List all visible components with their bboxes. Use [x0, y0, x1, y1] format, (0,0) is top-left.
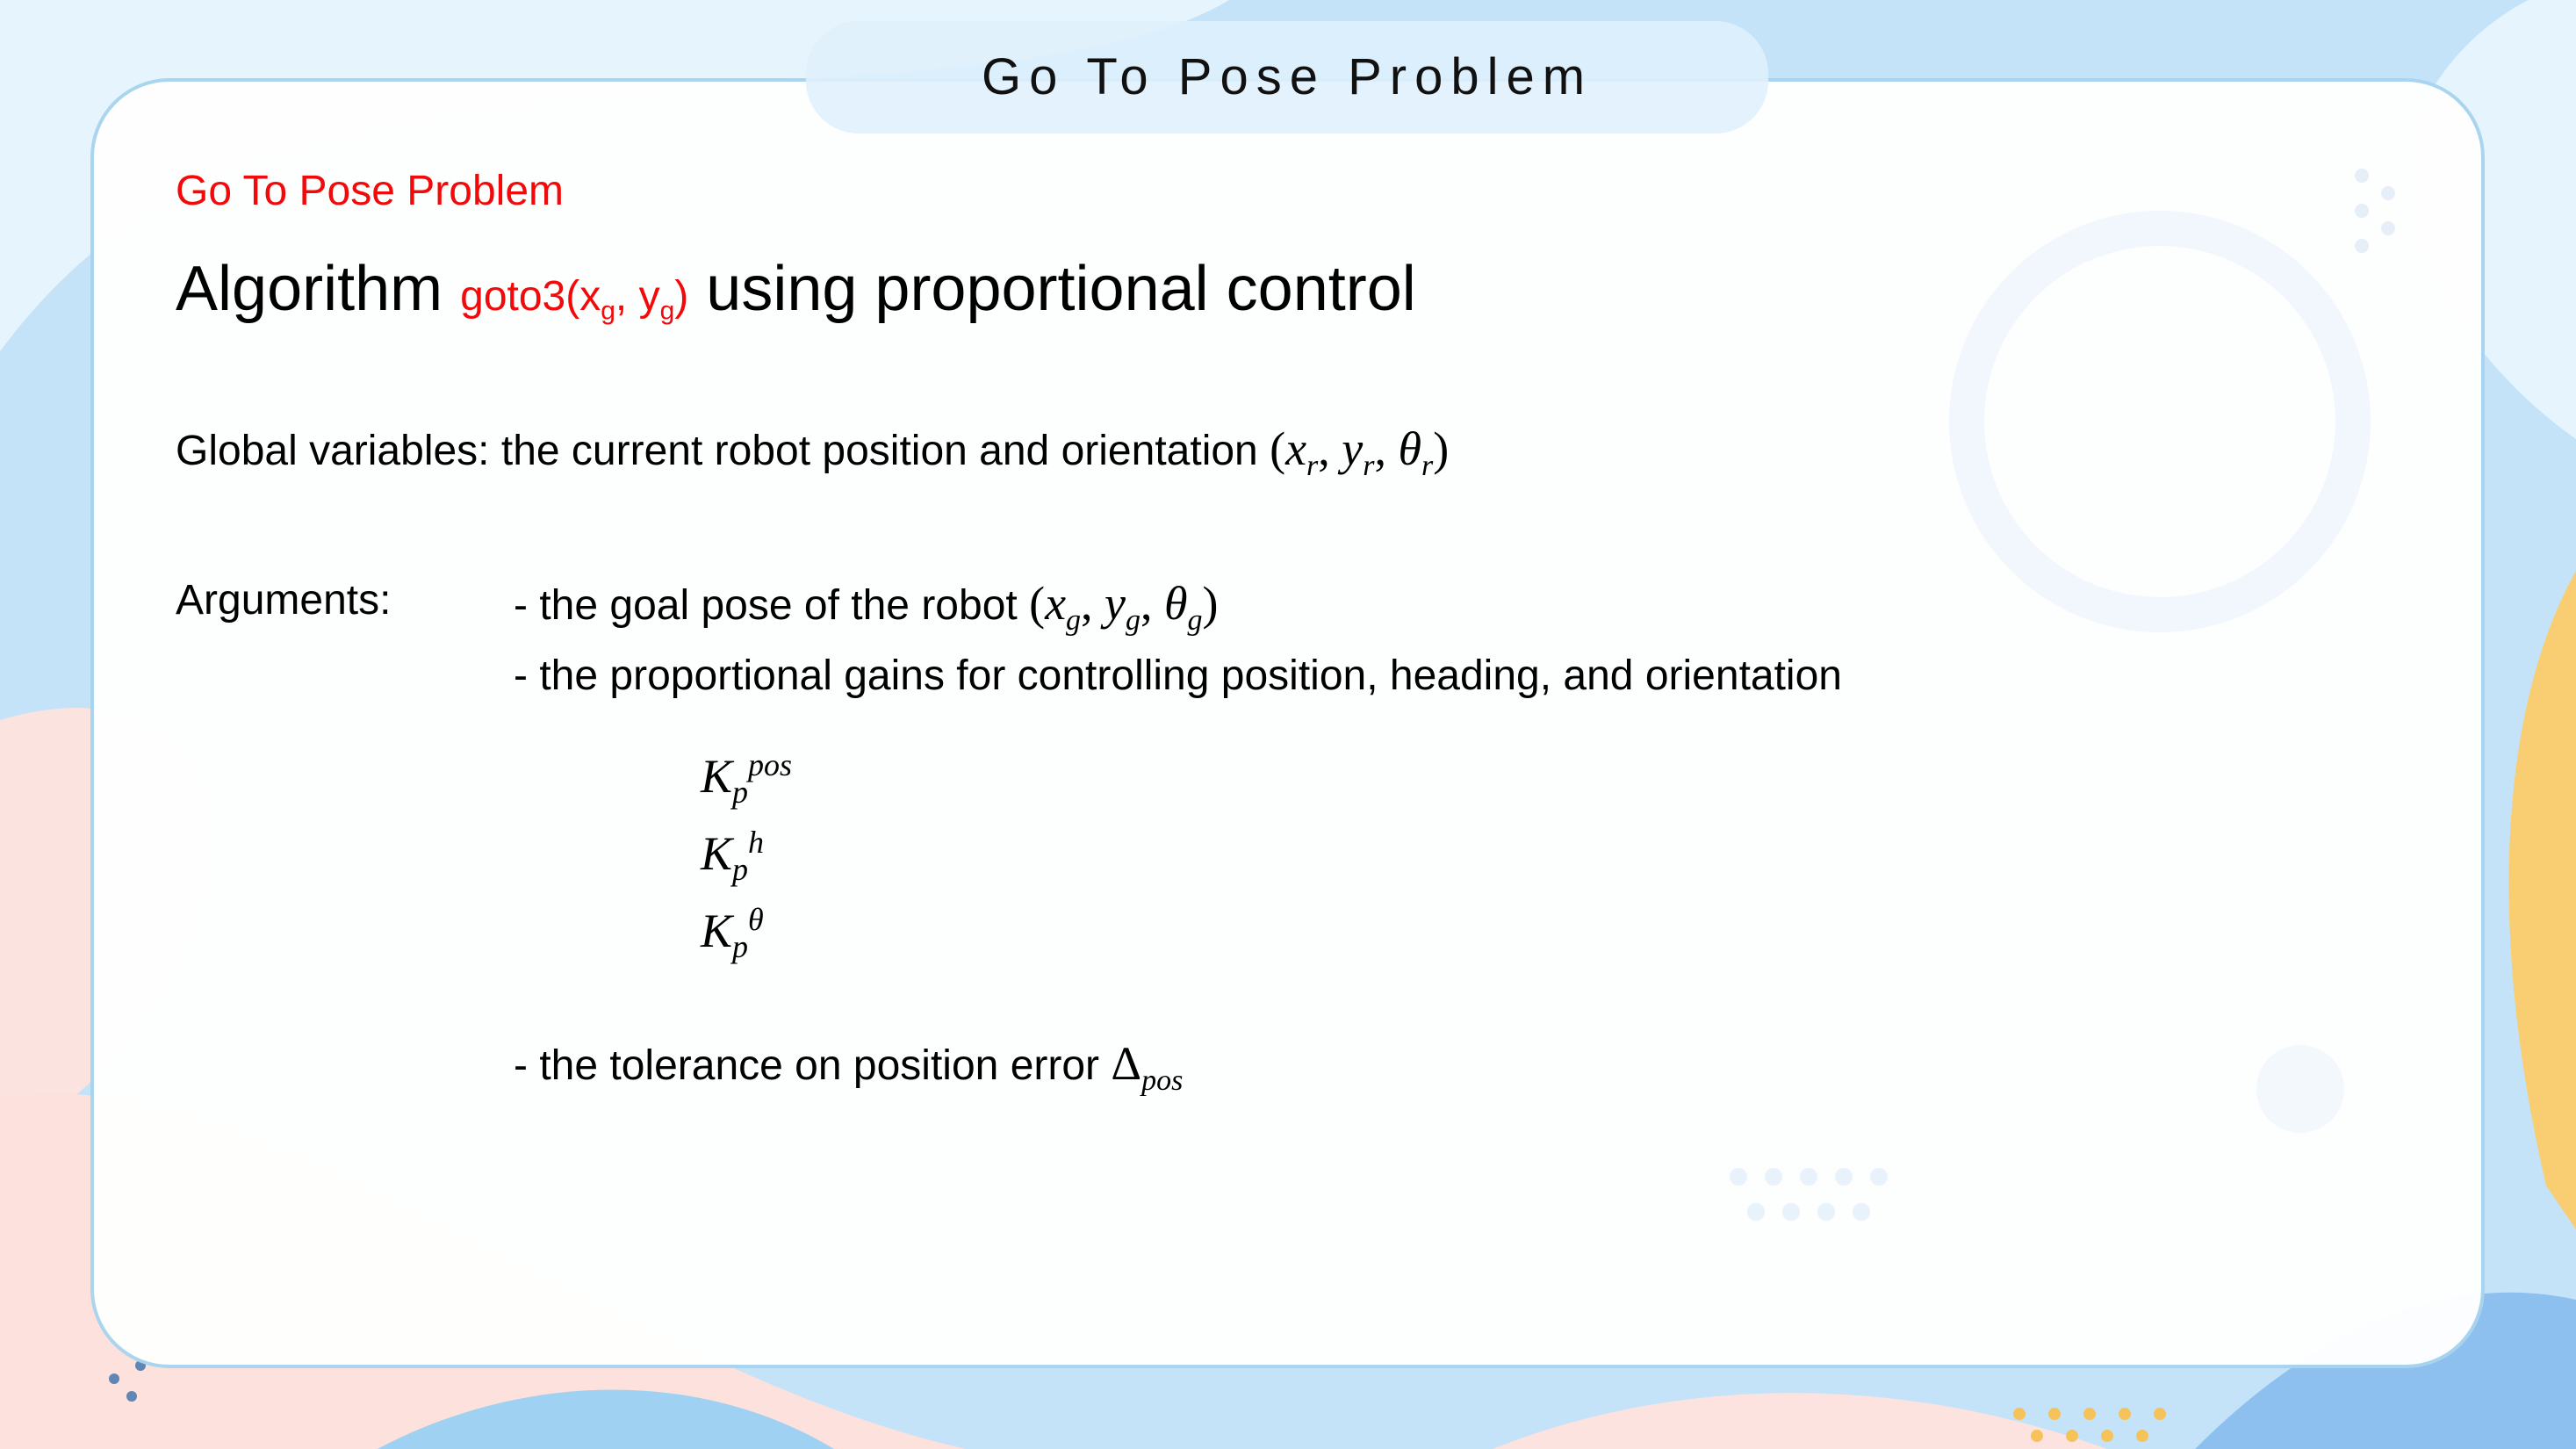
- robot-pose-math: (xr, yr, θr): [1270, 422, 1450, 482]
- heading-prefix: Algorithm: [176, 254, 443, 324]
- card-decoration: [1730, 169, 2395, 1221]
- gain-position: Kppos: [701, 747, 793, 810]
- tolerance-math: Δpos: [1111, 1037, 1184, 1097]
- goal-pose-line: - the goal pose of the robot (xg, yg, θg…: [514, 576, 1219, 638]
- heading-suffix: using proportional control: [706, 254, 1416, 324]
- algorithm-heading: Algorithm goto3(xg, yg) using proportion…: [176, 253, 1416, 327]
- slide-title: Go To Pose Problem: [981, 48, 1594, 105]
- arguments-label: Arguments:: [176, 577, 392, 624]
- goal-pose-math: (xg, yg, θg): [1029, 577, 1219, 637]
- global-variables-line: Global variables: the current robot posi…: [176, 422, 1449, 483]
- gains-line: - the proportional gains for controlling…: [514, 652, 1842, 699]
- gain-heading: Kph: [701, 825, 765, 887]
- goal-pose-text: - the goal pose of the robot: [514, 582, 1018, 629]
- slide-subtitle: Go To Pose Problem: [176, 168, 565, 214]
- tolerance-line: - the tolerance on position error Δpos: [514, 1036, 1183, 1098]
- global-variables-text: Global variables: the current robot posi…: [176, 428, 1258, 474]
- gain-orientation: Kpθ: [701, 902, 764, 964]
- tolerance-text: - the tolerance on position error: [514, 1042, 1100, 1089]
- function-signature: goto3(xg, yg): [460, 273, 689, 326]
